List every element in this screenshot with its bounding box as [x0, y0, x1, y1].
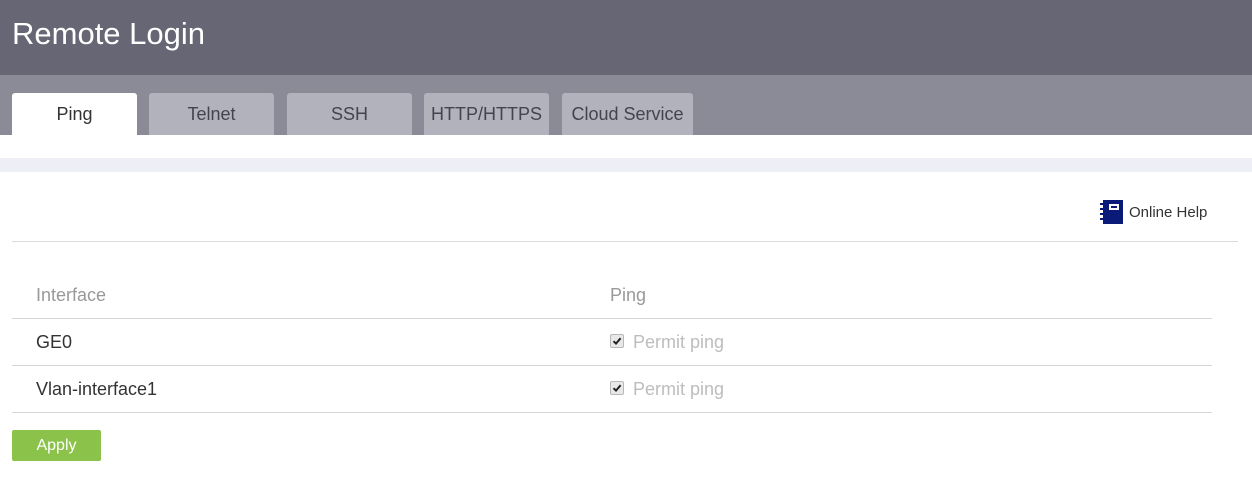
table-header-row: Interface Ping — [12, 272, 1212, 319]
permit-ping-checkbox[interactable] — [610, 334, 624, 348]
apply-button[interactable]: Apply — [12, 430, 101, 461]
help-book-icon — [1100, 200, 1123, 224]
content-stripe — [0, 158, 1252, 172]
interface-name: Vlan-interface1 — [36, 379, 158, 399]
permit-ping-checkbox[interactable] — [610, 381, 624, 395]
tab-cloud-service[interactable]: Cloud Service — [562, 93, 693, 135]
online-help-link[interactable]: Online Help — [1100, 199, 1207, 225]
tab-http-https[interactable]: HTTP/HTTPS — [424, 93, 549, 135]
divider — [12, 241, 1238, 242]
page-title: Remote Login — [12, 16, 206, 51]
online-help-label: Online Help — [1129, 203, 1208, 221]
tab-ssh[interactable]: SSH — [287, 93, 412, 135]
tab-ping[interactable]: Ping — [12, 93, 137, 135]
tab-bar: Ping Telnet SSH HTTP/HTTPS Cloud Service — [0, 75, 1252, 135]
checkmark-icon — [612, 337, 622, 346]
table-row: GE0 Permit ping — [12, 319, 1212, 366]
column-header-interface: Interface — [36, 285, 107, 305]
table-row: Vlan-interface1 Permit ping — [12, 366, 1212, 413]
title-bar: Remote Login — [0, 0, 1252, 75]
tab-telnet[interactable]: Telnet — [149, 93, 274, 135]
permit-ping-label[interactable]: Permit ping — [633, 319, 724, 365]
interface-name: GE0 — [36, 332, 73, 352]
permit-ping-label[interactable]: Permit ping — [633, 366, 724, 412]
checkmark-icon — [612, 384, 622, 393]
interface-table: Interface Ping GE0 Permit ping Vlan-inte… — [12, 272, 1212, 413]
column-header-ping: Ping — [610, 285, 647, 305]
